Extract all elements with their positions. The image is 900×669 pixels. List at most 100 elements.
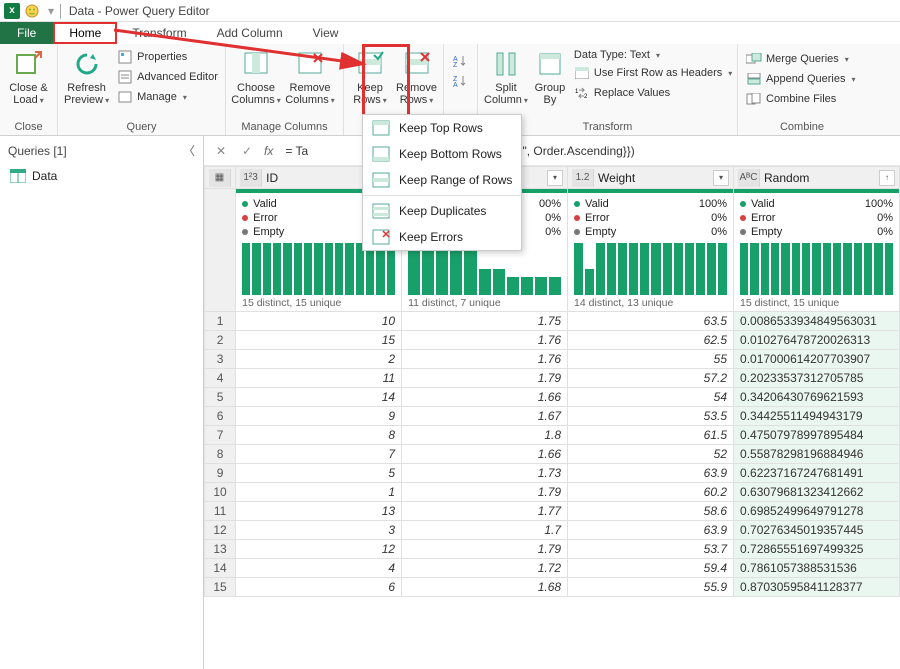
cell[interactable]: 1.79 [402, 483, 568, 502]
cell[interactable]: 60.2 [568, 483, 734, 502]
remove-columns-button[interactable]: Remove Columns [286, 46, 334, 107]
formula-accept-button[interactable]: ✓ [238, 142, 256, 160]
keep-errors-item[interactable]: Keep Errors [363, 224, 521, 250]
cell[interactable]: 0.63079681323412662 [734, 483, 900, 502]
row-number[interactable]: 9 [205, 464, 236, 483]
cell[interactable]: 0.7861057388531536 [734, 559, 900, 578]
cell[interactable]: 0.010276478720026313 [734, 331, 900, 350]
cell[interactable]: 55.9 [568, 578, 734, 597]
cell[interactable]: 1.72 [402, 559, 568, 578]
table-row[interactable]: 781.861.50.47507978997895484 [205, 426, 900, 445]
row-number[interactable]: 15 [205, 578, 236, 597]
cell[interactable]: 0.34425511494943179 [734, 407, 900, 426]
cell[interactable]: 2 [236, 350, 402, 369]
cell[interactable]: 53.5 [568, 407, 734, 426]
cell[interactable]: 5 [236, 464, 402, 483]
cell[interactable]: 1.8 [402, 426, 568, 445]
tab-transform[interactable]: Transform [117, 22, 201, 44]
cell[interactable]: 0.69852499649791278 [734, 502, 900, 521]
choose-columns-button[interactable]: Choose Columns [232, 46, 280, 107]
tab-home[interactable]: Home [53, 22, 117, 44]
row-number[interactable]: 14 [205, 559, 236, 578]
cell[interactable]: 1.66 [402, 388, 568, 407]
table-row[interactable]: 5141.66540.34206430769621593 [205, 388, 900, 407]
cell[interactable]: 9 [236, 407, 402, 426]
cell[interactable]: 52 [568, 445, 734, 464]
row-number[interactable]: 1 [205, 312, 236, 331]
cell[interactable]: 59.4 [568, 559, 734, 578]
cell[interactable]: 8 [236, 426, 402, 445]
table-row[interactable]: 1441.7259.40.7861057388531536 [205, 559, 900, 578]
table-row[interactable]: 1011.7960.20.63079681323412662 [205, 483, 900, 502]
keep-range-rows-item[interactable]: Keep Range of Rows [363, 167, 521, 193]
cell[interactable]: 0.0086533934849563031 [734, 312, 900, 331]
data-grid[interactable]: ▦1²3ID▾1.2V▾1.2Weight▾AᴮCRandom↑ Valid10… [204, 166, 900, 669]
query-item-data[interactable]: Data [0, 165, 203, 187]
cell[interactable]: 1.75 [402, 312, 568, 331]
cell[interactable]: 63.9 [568, 521, 734, 540]
cell[interactable]: 1.7 [402, 521, 568, 540]
refresh-preview-button[interactable]: Refresh Preview [64, 46, 109, 107]
row-number[interactable]: 6 [205, 407, 236, 426]
table-row[interactable]: 1231.763.90.70276345019357445 [205, 521, 900, 540]
row-number[interactable]: 7 [205, 426, 236, 445]
properties-button[interactable]: Properties [115, 48, 220, 66]
table-row[interactable]: 13121.7953.70.72865551697499325 [205, 540, 900, 559]
cell[interactable]: 0.72865551697499325 [734, 540, 900, 559]
cell[interactable]: 61.5 [568, 426, 734, 445]
keep-bottom-rows-item[interactable]: Keep Bottom Rows [363, 141, 521, 167]
cell[interactable]: 55 [568, 350, 734, 369]
table-row[interactable]: 321.76550.017000614207703907 [205, 350, 900, 369]
cell[interactable]: 1.67 [402, 407, 568, 426]
table-row[interactable]: 1101.7563.50.0086533934849563031 [205, 312, 900, 331]
cell[interactable]: 4 [236, 559, 402, 578]
append-queries-button[interactable]: Append Queries [744, 70, 860, 88]
keep-top-rows-item[interactable]: Keep Top Rows [363, 115, 521, 141]
sort-desc-button[interactable]: ZA [450, 72, 471, 90]
filter-dropdown-icon[interactable]: ↑ [879, 170, 895, 186]
cell[interactable]: 0.55878298196884946 [734, 445, 900, 464]
row-number[interactable]: 5 [205, 388, 236, 407]
cell[interactable]: 0.62237167247681491 [734, 464, 900, 483]
filter-dropdown-icon[interactable]: ▾ [713, 170, 729, 186]
cell[interactable]: 62.5 [568, 331, 734, 350]
first-row-headers-button[interactable]: Use First Row as Headers [572, 64, 734, 82]
cell[interactable]: 1.77 [402, 502, 568, 521]
row-number[interactable]: 10 [205, 483, 236, 502]
cell[interactable]: 6 [236, 578, 402, 597]
tab-file[interactable]: File [0, 22, 53, 44]
filter-dropdown-icon[interactable]: ▾ [547, 170, 563, 186]
cell[interactable]: 11 [236, 369, 402, 388]
row-number[interactable]: 13 [205, 540, 236, 559]
cell[interactable]: 57.2 [568, 369, 734, 388]
row-number[interactable]: 11 [205, 502, 236, 521]
corner-cell[interactable]: ▦ [205, 167, 236, 189]
sort-asc-button[interactable]: AZ [450, 52, 471, 70]
cell[interactable]: 1.66 [402, 445, 568, 464]
cell[interactable]: 0.34206430769621593 [734, 388, 900, 407]
table-row[interactable]: 2151.7662.50.010276478720026313 [205, 331, 900, 350]
table-row[interactable]: 691.6753.50.34425511494943179 [205, 407, 900, 426]
cell[interactable]: 14 [236, 388, 402, 407]
cell[interactable]: 1.79 [402, 369, 568, 388]
cell[interactable]: 0.70276345019357445 [734, 521, 900, 540]
column-header-r[interactable]: AᴮCRandom↑ [734, 167, 900, 189]
column-header-w[interactable]: 1.2Weight▾ [568, 167, 734, 189]
tab-add-column[interactable]: Add Column [202, 22, 298, 44]
replace-values-button[interactable]: 12Replace Values [572, 84, 734, 102]
cell[interactable]: 15 [236, 331, 402, 350]
cell[interactable]: 63.5 [568, 312, 734, 331]
keep-duplicates-item[interactable]: Keep Duplicates [363, 198, 521, 224]
merge-queries-button[interactable]: Merge Queries [744, 50, 860, 68]
cell[interactable]: 3 [236, 521, 402, 540]
data-type-button[interactable]: Data Type: Text [572, 48, 734, 62]
table-row[interactable]: 951.7363.90.62237167247681491 [205, 464, 900, 483]
cell[interactable]: 12 [236, 540, 402, 559]
cell[interactable]: 1 [236, 483, 402, 502]
row-number[interactable]: 8 [205, 445, 236, 464]
cell[interactable]: 13 [236, 502, 402, 521]
cell[interactable]: 63.9 [568, 464, 734, 483]
row-number[interactable]: 12 [205, 521, 236, 540]
table-row[interactable]: 871.66520.55878298196884946 [205, 445, 900, 464]
manage-button[interactable]: Manage [115, 88, 220, 106]
